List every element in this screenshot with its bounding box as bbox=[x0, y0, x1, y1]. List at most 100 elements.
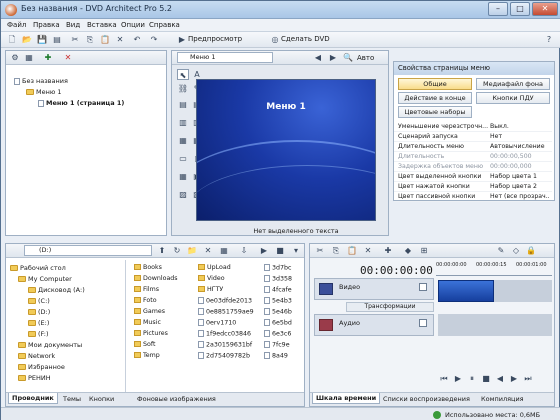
refresh-icon[interactable]: ↻ bbox=[171, 245, 183, 256]
property-value[interactable]: 00:00:00,000 bbox=[490, 163, 550, 170]
forward-icon[interactable]: ▶ bbox=[327, 52, 339, 63]
title-bar[interactable]: Без названия - DVD Architect Pro 5.2 – □… bbox=[1, 1, 560, 19]
zoom-icon[interactable]: 🔍 bbox=[342, 52, 354, 63]
video-track-header[interactable]: Видео bbox=[314, 278, 434, 300]
explorer-menu-icon[interactable]: ▾ bbox=[290, 245, 302, 256]
help-icon[interactable]: ? bbox=[543, 34, 555, 45]
link-tool-icon[interactable]: ⛓ bbox=[177, 83, 189, 94]
folder-tree-item[interactable]: РЕНИН bbox=[18, 374, 51, 382]
distribute-h-icon[interactable]: ▦ bbox=[177, 135, 189, 146]
property-row[interactable]: Длительность меню Автовычисление bbox=[394, 142, 552, 152]
properties-icon[interactable]: ▤ bbox=[51, 34, 63, 45]
general-button[interactable]: Общие bbox=[398, 78, 472, 90]
file-item[interactable]: Music bbox=[134, 319, 161, 326]
tree-menu-page[interactable]: Меню 1 (страница 1) bbox=[38, 99, 124, 107]
menu-options[interactable]: Опции bbox=[121, 21, 145, 29]
tree-menu[interactable]: Меню 1 bbox=[26, 88, 62, 96]
project-grid-icon[interactable]: ▦ bbox=[23, 52, 35, 63]
audio-mute-icon[interactable] bbox=[419, 319, 427, 327]
grid-icon[interactable]: ▦ bbox=[177, 171, 189, 182]
menu-canvas[interactable]: Меню 1 bbox=[196, 79, 376, 221]
property-value[interactable]: Набор цвета 2 bbox=[490, 183, 550, 190]
folder-tree-item[interactable]: Мои документы bbox=[18, 341, 82, 349]
folder-tree-item[interactable]: (E:) bbox=[28, 319, 49, 327]
minimize-button[interactable]: – bbox=[488, 2, 508, 16]
property-value[interactable]: Автовычисление bbox=[490, 143, 550, 150]
group-icon[interactable]: ▨ bbox=[177, 189, 189, 200]
file-item[interactable]: НГТУ bbox=[198, 286, 223, 293]
cut-icon[interactable]: ✂ bbox=[69, 34, 81, 45]
tab-timeline[interactable]: Шкала времени bbox=[312, 393, 381, 404]
next-frame-icon[interactable]: ▶ bbox=[508, 373, 520, 384]
maximize-button[interactable]: □ bbox=[510, 2, 530, 16]
size-w-icon[interactable]: ▭ bbox=[177, 153, 189, 164]
tab-themes[interactable]: Темы bbox=[60, 394, 84, 404]
file-item[interactable]: 2d75409782b bbox=[198, 352, 250, 360]
rewind-icon[interactable]: ⏮ bbox=[438, 373, 450, 384]
property-value[interactable]: 00:00:00,500 bbox=[490, 153, 550, 160]
file-item[interactable]: 2a30159631bf bbox=[198, 341, 252, 349]
new-icon[interactable]: 🗋 bbox=[6, 34, 18, 45]
pause-icon[interactable]: ⏸ bbox=[466, 373, 478, 384]
video-mute-icon[interactable] bbox=[419, 283, 427, 291]
close-button[interactable]: ✕ bbox=[532, 2, 558, 16]
property-row[interactable]: Сценарий запуска Нет bbox=[394, 132, 552, 142]
property-row[interactable]: Длительность 00:00:00,500 bbox=[394, 152, 552, 162]
file-item[interactable]: 3d7bc bbox=[264, 264, 291, 272]
menu-insert[interactable]: Вставка bbox=[87, 21, 117, 29]
tab-backgrounds[interactable]: Фоновые изображения bbox=[134, 394, 219, 404]
folder-tree-item[interactable]: Дисковод (A:) bbox=[28, 286, 85, 294]
property-value[interactable]: Набор цвета 1 bbox=[490, 173, 550, 180]
prev-frame-icon[interactable]: ◀ bbox=[494, 373, 506, 384]
file-item[interactable]: 0e8851759ae9 bbox=[198, 308, 254, 316]
undo-icon[interactable]: ↶ bbox=[131, 34, 143, 45]
import-icon[interactable]: ⇩ bbox=[238, 245, 250, 256]
timeline-snap-icon[interactable]: ⊞ bbox=[418, 245, 430, 256]
play-icon[interactable]: ▶ bbox=[452, 373, 464, 384]
file-item[interactable]: Games bbox=[134, 308, 165, 315]
canvas-menu-title[interactable]: Меню 1 bbox=[197, 102, 375, 112]
timeline-copy-icon[interactable]: ⎘ bbox=[330, 245, 342, 256]
timeline-cut-icon[interactable]: ✂ bbox=[314, 245, 326, 256]
property-value[interactable]: Нет (все прозрач... bbox=[490, 193, 550, 200]
file-item[interactable]: 4fcafe bbox=[264, 286, 292, 294]
end-icon[interactable]: ⏭ bbox=[522, 373, 534, 384]
video-clip[interactable] bbox=[438, 280, 494, 302]
file-item[interactable]: Temp bbox=[134, 352, 160, 359]
project-settings-icon[interactable]: ⚙ bbox=[9, 52, 21, 63]
file-item[interactable]: 5e4b3 bbox=[264, 297, 292, 305]
copy-icon[interactable]: ⎘ bbox=[84, 34, 96, 45]
file-item[interactable]: 0erv1710 bbox=[198, 319, 236, 327]
zoom-select[interactable]: Авто bbox=[357, 54, 374, 62]
preview-icon[interactable]: ▶ bbox=[176, 34, 188, 45]
file-item[interactable]: Books bbox=[134, 264, 162, 271]
folder-tree-item[interactable]: (F:) bbox=[28, 330, 49, 338]
file-item[interactable]: Films bbox=[134, 286, 159, 293]
color-sets-button[interactable]: Цветовые наборы bbox=[398, 106, 472, 118]
timeline-paste-icon[interactable]: 📋 bbox=[346, 245, 358, 256]
tree-root[interactable]: Без названия bbox=[14, 77, 68, 85]
background-media-button[interactable]: Медиафайл фона bbox=[476, 78, 550, 90]
audio-track-header[interactable]: Аудио bbox=[314, 314, 434, 336]
timeline-ruler[interactable]: 00:00:00:00 00:00:00:15 00:00:01:00 bbox=[436, 260, 552, 276]
file-item[interactable]: 5e46b bbox=[264, 308, 292, 316]
folder-tree-item[interactable]: Рабочий стол bbox=[10, 264, 66, 272]
preview-button[interactable]: Предпросмотр bbox=[188, 35, 242, 43]
file-item[interactable]: Video bbox=[198, 275, 225, 282]
file-item[interactable]: Soft bbox=[134, 341, 155, 348]
menu-file[interactable]: Файл bbox=[7, 21, 26, 29]
folder-tree-item[interactable]: My Computer bbox=[18, 275, 72, 283]
file-item[interactable]: Pictures bbox=[134, 330, 168, 337]
menu-edit[interactable]: Правка bbox=[33, 21, 60, 29]
file-item[interactable]: 8a49 bbox=[264, 352, 288, 360]
open-icon[interactable]: 📂 bbox=[21, 34, 33, 45]
file-item[interactable]: 6e3c6 bbox=[264, 330, 291, 338]
end-action-button[interactable]: Действие в конце bbox=[398, 92, 472, 104]
delete-icon[interactable]: ✕ bbox=[114, 34, 126, 45]
file-item[interactable]: 6e5bd bbox=[264, 319, 292, 327]
tab-compilation[interactable]: Компиляция bbox=[478, 394, 527, 404]
property-value[interactable]: Выкл. bbox=[490, 123, 550, 130]
tab-buttons[interactable]: Кнопки bbox=[86, 394, 117, 404]
stop-preview-icon[interactable]: ■ bbox=[274, 245, 286, 256]
drive-select[interactable]: (D:) bbox=[24, 245, 152, 256]
